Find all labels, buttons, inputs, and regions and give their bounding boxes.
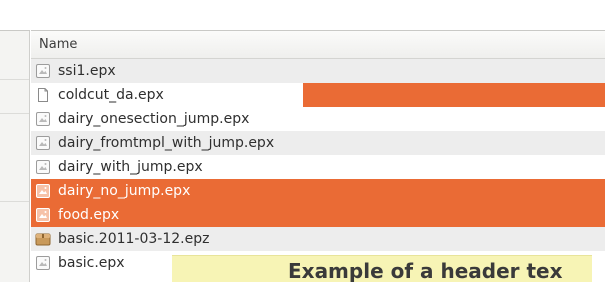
document-image-icon — [35, 183, 51, 199]
file-name: dairy_no_jump.epx — [58, 183, 191, 199]
sidebar-divider — [0, 201, 29, 202]
file-name: coldcut_da.epx — [58, 87, 164, 103]
sidebar-divider — [0, 79, 29, 80]
blank-document-icon — [35, 87, 51, 103]
file-row[interactable]: coldcut_da.epx — [31, 83, 605, 107]
column-header-label: Name — [39, 37, 78, 52]
tooltip-popup: Example of a header tex — [172, 255, 592, 282]
file-name: dairy_with_jump.epx — [58, 159, 203, 175]
file-manager-window: Name ssi1.epx coldcut_da.epx dairy_onese… — [0, 0, 605, 282]
file-row[interactable]: dairy_onesection_jump.epx — [31, 107, 605, 131]
file-name: dairy_fromtmpl_with_jump.epx — [58, 135, 275, 151]
column-header-name[interactable]: Name — [31, 30, 605, 59]
document-image-icon — [35, 135, 51, 151]
tooltip-text: Example of a header tex — [288, 259, 563, 282]
document-image-icon — [35, 111, 51, 127]
file-name: basic.epx — [58, 255, 125, 271]
document-image-icon — [35, 63, 51, 79]
file-row[interactable]: dairy_with_jump.epx — [31, 155, 605, 179]
document-image-icon — [35, 207, 51, 223]
file-row[interactable]: basic.2011-03-12.epz — [31, 227, 605, 251]
sidebar-border — [0, 30, 30, 31]
file-name: ssi1.epx — [58, 63, 116, 79]
file-name: basic.2011-03-12.epz — [58, 231, 210, 247]
document-image-icon — [35, 255, 51, 271]
file-row[interactable]: ssi1.epx — [31, 59, 605, 83]
file-row-selected[interactable]: food.epx — [31, 203, 605, 227]
file-name: food.epx — [58, 207, 120, 223]
sidebar-pane — [0, 30, 30, 282]
toolbar-area — [0, 0, 605, 30]
file-row-selected[interactable]: dairy_no_jump.epx — [31, 179, 605, 203]
file-name: dairy_onesection_jump.epx — [58, 111, 250, 127]
sidebar-divider — [0, 113, 29, 114]
file-row[interactable]: dairy_fromtmpl_with_jump.epx — [31, 131, 605, 155]
archive-icon — [35, 231, 51, 247]
drop-highlight — [303, 83, 605, 107]
document-image-icon — [35, 159, 51, 175]
file-list-view[interactable]: Name ssi1.epx coldcut_da.epx dairy_onese… — [31, 30, 605, 282]
